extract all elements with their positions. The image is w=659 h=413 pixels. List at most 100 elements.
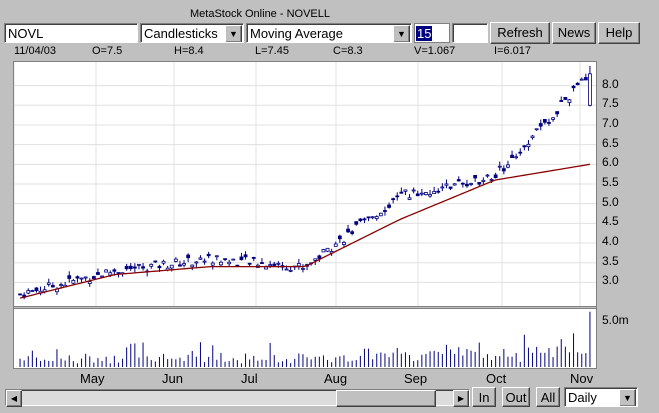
candle-body	[202, 260, 207, 263]
price-tick-label: 4.5	[602, 214, 619, 229]
indicator-select[interactable]: Moving Average ▼	[246, 23, 412, 43]
scroll-right-icon[interactable]: ▶	[453, 390, 469, 407]
candle-body	[567, 99, 572, 104]
price-panel[interactable]	[14, 62, 596, 306]
price-tick-label: 8.0	[602, 76, 619, 91]
price-tick-label: 6.0	[602, 155, 619, 170]
candle-body	[108, 272, 113, 276]
chevron-down-icon[interactable]: ▼	[393, 25, 410, 42]
candle-body	[26, 290, 31, 294]
quote-open: O=7.5	[92, 45, 123, 57]
zoom-in-button[interactable]: In	[472, 387, 496, 407]
candle-body	[87, 281, 92, 284]
candle-body	[96, 272, 100, 275]
period-select[interactable]: Daily ▼	[564, 387, 638, 407]
quote-date: 11/04/03	[14, 45, 57, 57]
quote-high: H=8.4	[174, 45, 204, 57]
price-tick-label: 7.5	[602, 96, 619, 111]
month-label: Jun	[162, 371, 183, 386]
candle-body	[522, 145, 527, 148]
zoom-out-button[interactable]: Out	[502, 387, 530, 407]
symbol-value: NOVL	[8, 26, 44, 41]
candle-body	[452, 183, 457, 186]
candle-body	[530, 135, 535, 139]
candle-body	[436, 190, 441, 193]
chart-type-value: Candlesticks	[144, 26, 218, 41]
candle-body	[395, 195, 400, 198]
candle-body	[477, 182, 482, 185]
candle-body	[383, 210, 387, 212]
period-select-value: Daily	[568, 390, 597, 405]
candle-body	[284, 268, 289, 271]
chart-area[interactable]	[13, 61, 597, 369]
candle-body	[194, 261, 199, 264]
extra-input[interactable]	[452, 23, 488, 43]
candle-body	[514, 156, 519, 159]
quote-volume: V=1.067	[414, 45, 456, 57]
scroll-left-icon[interactable]: ◀	[6, 390, 22, 407]
candle-body	[407, 197, 412, 200]
candle-body	[169, 264, 174, 269]
candle-body	[415, 193, 420, 197]
candle-body	[444, 183, 449, 186]
candle-body	[571, 85, 576, 89]
news-button[interactable]: News	[552, 22, 596, 44]
month-label: Nov	[570, 371, 594, 386]
candle-body	[198, 257, 203, 260]
symbol-input[interactable]: NOVL	[4, 23, 138, 43]
chevron-down-icon[interactable]: ▼	[619, 389, 636, 406]
candle-body	[153, 260, 158, 263]
candle-body	[91, 276, 96, 279]
candle-body	[485, 174, 490, 177]
price-tick-label: 5.0	[602, 194, 619, 209]
candle-body	[50, 285, 55, 288]
candle-body	[288, 269, 293, 272]
month-label: Jul	[241, 371, 258, 386]
candle-body	[424, 192, 428, 196]
candle-body	[366, 216, 371, 219]
candle-body	[583, 77, 588, 81]
candle-body	[231, 258, 236, 261]
chevron-down-icon[interactable]: ▼	[225, 25, 242, 42]
candle-body	[173, 258, 178, 262]
candle-body	[510, 154, 514, 158]
candle-body	[260, 262, 264, 264]
candle-body	[30, 290, 35, 292]
quote-readout: 11/04/03 O=7.5 H=8.4 L=7.45 C=8.3 V=1.06…	[0, 45, 659, 59]
candle-body	[301, 268, 305, 270]
candle-body	[428, 194, 432, 197]
volume-panel[interactable]	[14, 309, 596, 367]
horizontal-scrollbar[interactable]: ◀ ▶	[5, 389, 470, 407]
candle-body	[296, 263, 301, 267]
candle-body	[137, 263, 141, 266]
candle-body	[456, 179, 461, 182]
candle-body	[440, 186, 445, 189]
candle-body	[559, 100, 564, 102]
month-label: May	[80, 371, 105, 386]
candle-body	[34, 287, 39, 292]
candle-body	[182, 263, 186, 266]
candle-body	[18, 293, 22, 296]
help-button[interactable]: Help	[598, 22, 640, 44]
candle-body	[460, 182, 465, 185]
scroll-thumb[interactable]	[336, 390, 436, 407]
candle-body	[268, 264, 273, 267]
candle-body	[104, 269, 109, 273]
candle-body	[46, 282, 51, 285]
candle-body	[59, 284, 63, 287]
candle-body	[403, 189, 408, 192]
quote-close: C=8.3	[333, 45, 363, 57]
candle-body	[370, 216, 375, 219]
candle-body	[362, 218, 367, 221]
candle-body	[538, 123, 543, 127]
price-tick-label: 6.5	[602, 135, 619, 150]
period-input[interactable]: 15	[414, 23, 450, 43]
indicator-value: Moving Average	[250, 26, 343, 41]
price-tick-label: 3.5	[602, 253, 619, 268]
show-all-button[interactable]: All	[536, 387, 560, 407]
candle-body	[551, 117, 555, 120]
candle-body	[67, 275, 72, 279]
candle-body	[210, 262, 215, 266]
refresh-button[interactable]: Refresh	[490, 22, 550, 44]
chart-type-select[interactable]: Candlesticks ▼	[140, 23, 244, 43]
